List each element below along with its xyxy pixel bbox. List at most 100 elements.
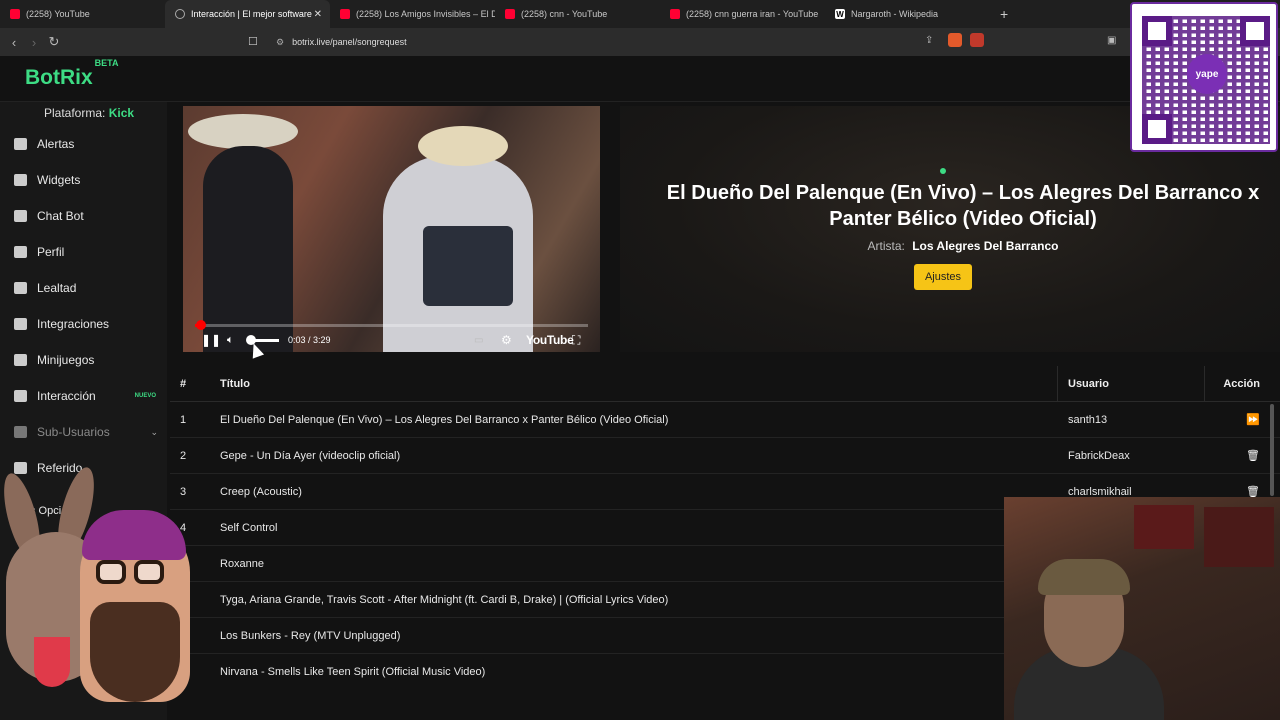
video-frame-hat xyxy=(418,126,508,166)
volume-button[interactable]: 🔈︎ xyxy=(227,332,234,348)
browser-tab[interactable]: W Nargaroth - Wikipedia xyxy=(825,0,990,28)
delete-button[interactable]: 🗑︎ xyxy=(1220,449,1260,462)
now-playing-title: El Dueño Del Palenque (En Vivo) – Los Al… xyxy=(666,182,1260,230)
mascot-glasses xyxy=(134,560,164,584)
new-tab-button[interactable]: + xyxy=(1000,6,1008,22)
sidebar-item-interaccion[interactable]: Interacción NUEVO xyxy=(14,384,164,408)
gear-icon: ⚙ xyxy=(501,333,512,347)
sidebar-item-lealtad[interactable]: Lealtad xyxy=(14,276,164,300)
logo-text: BotRix xyxy=(25,66,93,89)
header-num: # xyxy=(180,377,187,390)
youtube-icon xyxy=(340,9,350,19)
url-field[interactable]: ⚙ botrix.live/panel/songrequest xyxy=(270,32,990,52)
browser-tab[interactable]: (2258) Los Amigos Invisibles – El Dis xyxy=(330,0,495,28)
browser-tab[interactable]: (2258) cnn guerra iran - YouTube xyxy=(660,0,825,28)
progress-handle[interactable] xyxy=(195,320,206,330)
row-user: charlsmikhail xyxy=(1068,485,1132,498)
table-row: 1 El Dueño Del Palenque (En Vivo) – Los … xyxy=(170,402,1280,438)
row-title: Gepe - Un Día Ayer (videoclip oficial) xyxy=(220,449,401,462)
subtitles-button[interactable]: ▭ xyxy=(474,332,483,348)
sidebar-item-integraciones[interactable]: Integraciones xyxy=(14,312,164,336)
skip-button[interactable]: ⏩ xyxy=(1220,413,1260,426)
platform-value: Kick xyxy=(108,106,135,120)
sidebar-item-minijuegos[interactable]: Minijuegos xyxy=(14,348,164,372)
sidebar-item-label: Alertas xyxy=(37,137,75,151)
bookmark-icon[interactable]: ☐ xyxy=(248,35,258,48)
browser-tab[interactable]: (2258) cnn - YouTube xyxy=(495,0,660,28)
close-tab-icon[interactable]: ✕ xyxy=(314,9,322,20)
time-display: 0:03 / 3:29 xyxy=(288,332,331,348)
users-icon xyxy=(14,426,27,438)
integrations-icon xyxy=(14,318,27,330)
row-title: El Dueño Del Palenque (En Vivo) – Los Al… xyxy=(220,413,669,426)
qr-finder xyxy=(1142,16,1172,46)
sidebar-item-label: Interacción xyxy=(37,389,96,403)
column-divider xyxy=(1204,366,1205,402)
volume-track xyxy=(246,334,279,345)
sidebar-item-label: Chat Bot xyxy=(37,209,84,223)
tab-title: (2258) YouTube xyxy=(26,9,90,19)
wikipedia-icon: W xyxy=(835,9,845,19)
mascot-beard xyxy=(90,602,180,702)
back-icon[interactable]: ‹ xyxy=(4,35,24,50)
platform-indicator: Plataforma: Kick xyxy=(44,106,134,120)
mascot-glasses xyxy=(96,560,126,584)
youtube-logo[interactable]: YouTube xyxy=(526,333,574,347)
video-progress-bar[interactable] xyxy=(195,320,588,330)
browser-tab-active[interactable]: Interacción | El mejor software ✕ xyxy=(165,0,330,28)
streamer-mascot-image xyxy=(0,462,190,720)
youtube-icon xyxy=(670,9,680,19)
youtube-icon xyxy=(10,9,20,19)
sidebar-item-sub-usuarios[interactable]: Sub-Usuarios ⌄ xyxy=(14,420,164,444)
video-frame-accordion xyxy=(423,226,513,306)
row-user: FabrickDeax xyxy=(1068,449,1130,462)
row-title: Roxanne xyxy=(220,557,265,570)
header-title: Título xyxy=(220,377,250,390)
sidebar-item-perfil[interactable]: Perfil xyxy=(14,240,164,264)
site-info-icon[interactable]: ⚙ xyxy=(276,37,284,48)
trophy-icon xyxy=(14,282,27,294)
tab-title: (2258) cnn - YouTube xyxy=(521,9,608,19)
botrix-logo[interactable]: BotRixBETA xyxy=(25,58,119,90)
qr-finder xyxy=(1142,114,1172,144)
reload-icon[interactable]: ↻ xyxy=(44,34,64,50)
tab-title: Interacción | El mejor software xyxy=(191,9,312,19)
settings-button[interactable]: ⚙ xyxy=(501,332,512,348)
sidebar-item-label: Sub-Usuarios xyxy=(37,425,110,439)
sidebar-toggle-icon[interactable]: ▣ xyxy=(1107,35,1116,46)
alert-icon xyxy=(14,138,27,150)
webcam-wall-frame xyxy=(1204,507,1274,567)
row-title: Creep (Acoustic) xyxy=(220,485,302,498)
music-icon xyxy=(14,390,27,402)
robot-icon xyxy=(14,210,27,222)
platform-label: Plataforma: xyxy=(44,106,106,120)
row-title: Self Control xyxy=(220,521,278,534)
sidebar-item-label: Perfil xyxy=(37,245,65,259)
share-icon[interactable]: ⇪ xyxy=(925,35,933,46)
header-action: Acción xyxy=(1223,377,1260,390)
browser-tab[interactable]: (2258) YouTube xyxy=(0,0,165,28)
sidebar-item-widgets[interactable]: Widgets xyxy=(14,168,164,192)
artist-label: Artista: xyxy=(867,239,905,253)
sidebar-item-alertas[interactable]: Alertas xyxy=(14,132,164,156)
row-num: 1 xyxy=(180,413,187,426)
trash-icon: 🗑︎ xyxy=(1246,450,1260,462)
row-title: Tyga, Ariana Grande, Travis Scott - Afte… xyxy=(220,593,669,606)
table-scrollbar[interactable] xyxy=(1270,404,1274,496)
mascot-tongue xyxy=(34,637,70,687)
skip-icon: ⏩ xyxy=(1246,414,1260,426)
brave-rewards-icon[interactable] xyxy=(970,33,984,47)
brave-shield-icon[interactable] xyxy=(948,33,962,47)
sidebar-item-label: Widgets xyxy=(37,173,81,187)
profile-icon xyxy=(14,246,27,258)
botrix-icon xyxy=(175,9,185,19)
settings-button[interactable]: Ajustes xyxy=(914,264,972,290)
browser-tab-bar: (2258) YouTube Interacción | El mejor so… xyxy=(0,0,1280,28)
pause-button[interactable]: ❚❚ xyxy=(201,332,221,348)
sidebar-item-label: Integraciones xyxy=(37,317,110,331)
fullscreen-button[interactable]: ⛶ xyxy=(572,332,580,348)
video-player[interactable]: ❚❚ 🔈︎ 0:03 / 3:29 ▭ ⚙ YouTube ⛶ xyxy=(183,106,600,352)
tab-title: (2258) Los Amigos Invisibles – El Dis xyxy=(356,9,495,19)
sidebar-item-chat-bot[interactable]: Chat Bot xyxy=(14,204,164,228)
forward-icon[interactable]: › xyxy=(24,35,44,50)
